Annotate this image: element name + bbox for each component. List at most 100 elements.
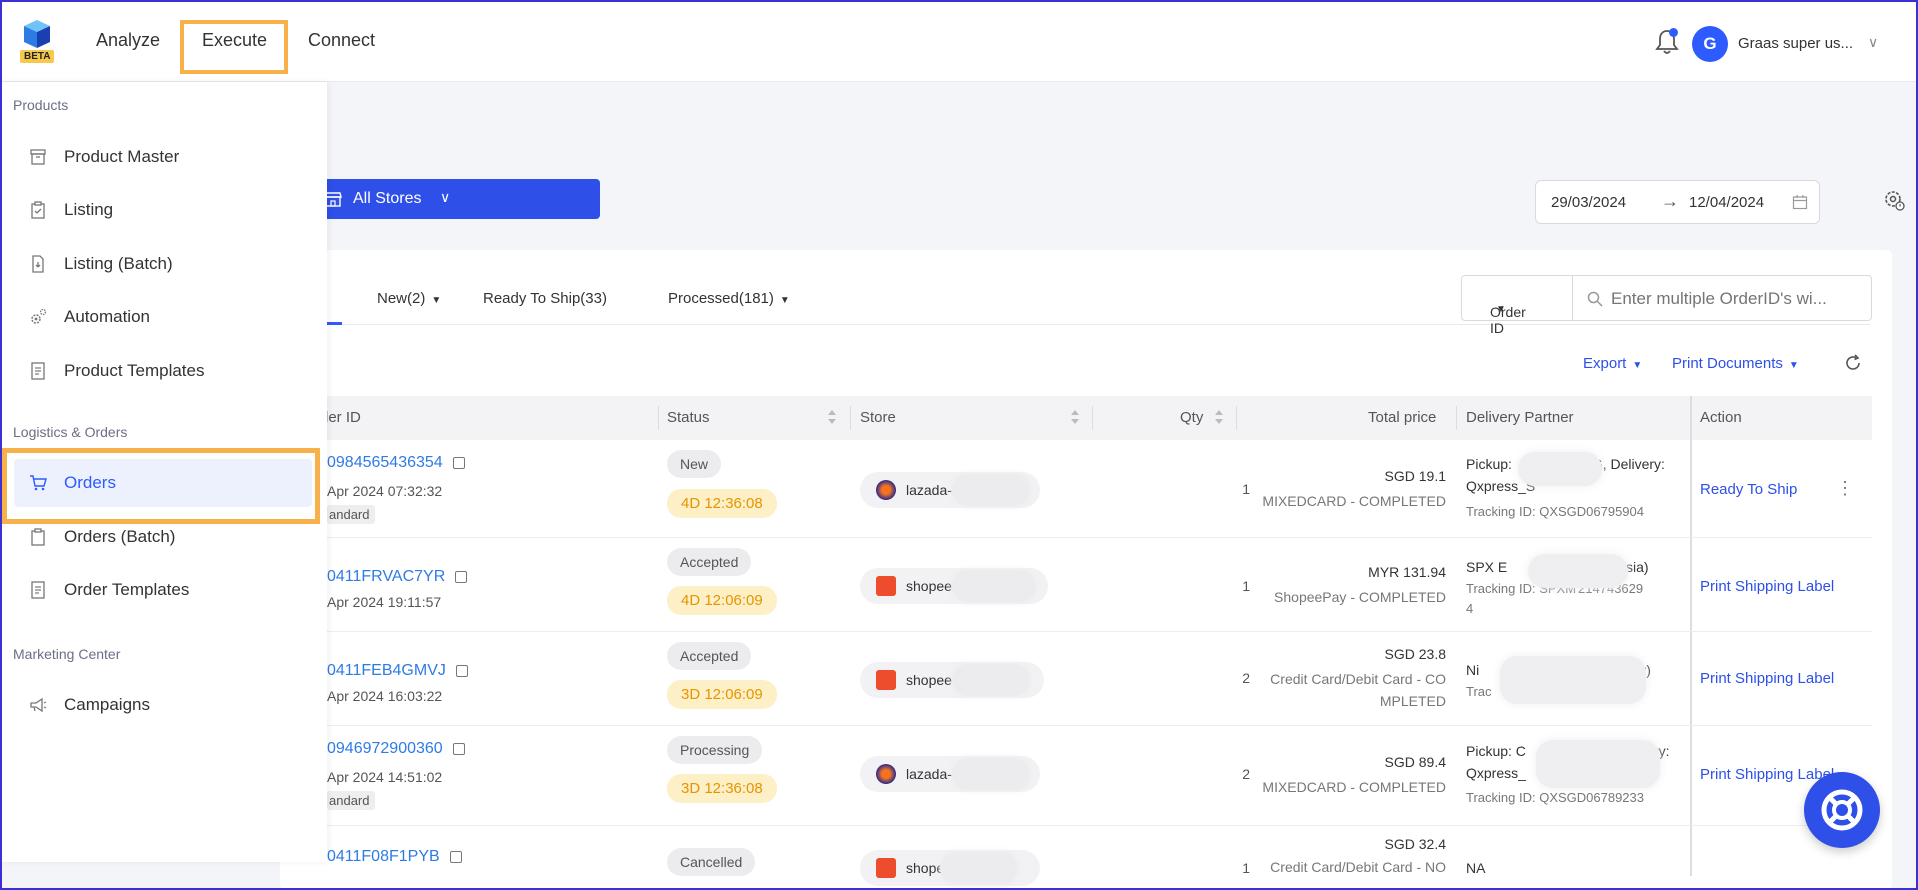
caret-down-icon: ▼ <box>1632 360 1643 371</box>
sla-timer-badge: 3D 12:36:08 <box>667 774 777 803</box>
notification-bell-icon[interactable] <box>1654 28 1680 56</box>
search-input[interactable] <box>1611 286 1861 312</box>
all-stores-label: All Stores <box>353 190 422 207</box>
ready-to-ship-button[interactable]: Ready To Ship <box>1700 481 1797 498</box>
menu-item-label: Order Templates <box>64 580 190 599</box>
menu-item-listing[interactable]: Listing <box>14 186 312 234</box>
date-from[interactable]: 29/03/2024 <box>1551 194 1626 211</box>
payment-text: Credit Card/Debit Card - CO <box>1270 671 1446 687</box>
notification-dot <box>1669 28 1678 37</box>
print-shipping-label-button[interactable]: Print Shipping Label <box>1700 766 1834 783</box>
sort-icon[interactable] <box>1070 408 1080 426</box>
tab-processed[interactable]: Processed(181) ▼ <box>668 290 790 307</box>
section-title-products: Products <box>13 97 69 113</box>
order-search-box[interactable] <box>1572 275 1872 321</box>
store-name: shope <box>906 860 945 876</box>
redacted-blur <box>1500 656 1646 704</box>
user-name[interactable]: Graas super us... <box>1738 35 1853 52</box>
refresh-icon[interactable] <box>1844 354 1862 372</box>
store-name: lazada- <box>906 766 952 782</box>
tracking-id: Tracking ID: QXSGD06795904 <box>1466 504 1644 519</box>
sort-icon[interactable] <box>827 408 837 426</box>
beta-badge: BETA <box>20 50 55 63</box>
execute-highlight-box <box>180 20 288 74</box>
column-divider <box>658 406 659 430</box>
col-action: Action <box>1700 409 1742 426</box>
order-date: Apr 2024 19:11:57 <box>327 594 442 610</box>
menu-item-label: Campaigns <box>64 695 150 714</box>
col-store: Store <box>860 409 896 426</box>
search-field-select[interactable]: Order ID ▼ <box>1461 275 1573 336</box>
status-badge: New <box>667 450 722 478</box>
status-badge: Processing <box>667 736 763 764</box>
copy-icon[interactable] <box>452 456 465 469</box>
print-shipping-label-button[interactable]: Print Shipping Label <box>1700 670 1834 687</box>
menu-item-product-master[interactable]: Product Master <box>14 133 312 181</box>
order-id-link[interactable]: 0984565436354 <box>327 454 465 472</box>
sort-icon[interactable] <box>1214 408 1224 426</box>
payment-status: MIXEDCARD - COMPLETED <box>1262 779 1446 795</box>
copy-icon[interactable] <box>449 850 462 863</box>
payment-status: Credit Card/Debit Card - CO MPLETED <box>1220 668 1446 712</box>
graas-logo[interactable]: BETA <box>20 20 55 66</box>
menu-item-automation[interactable]: Automation <box>14 293 312 341</box>
delivery-text: G, Delivery: <box>1591 456 1665 472</box>
store-name: shopee- <box>906 578 957 594</box>
menu-item-listing-batch[interactable]: Listing (Batch) <box>14 240 312 288</box>
date-to[interactable]: 12/04/2024 <box>1689 194 1764 211</box>
nav-analyze[interactable]: Analyze <box>96 30 160 51</box>
delivery-partner: NA <box>1466 860 1486 876</box>
archive-box-icon <box>30 149 46 165</box>
order-id-text: 0411FRVAC7YR <box>327 568 446 585</box>
store-name: lazada- <box>906 482 952 498</box>
order-id-text: 0411F08F1PYB <box>327 848 440 865</box>
print-shipping-label-button[interactable]: Print Shipping Label <box>1700 578 1834 595</box>
order-id-link[interactable]: 0411FEB4GMVJ <box>327 662 468 680</box>
menu-item-order-templates[interactable]: Order Templates <box>14 566 312 614</box>
order-id-text: 0411FEB4GMVJ <box>327 662 446 679</box>
date-range-picker[interactable]: 29/03/2024 → 12/04/2024 <box>1535 180 1820 224</box>
menu-item-label: Listing (Batch) <box>64 254 173 273</box>
order-id-link[interactable]: 0411F08F1PYB <box>327 848 462 866</box>
payment-status: MIXEDCARD - COMPLETED <box>1262 493 1446 509</box>
menu-item-product-templates[interactable]: Product Templates <box>14 347 312 395</box>
redacted-blur <box>1536 740 1660 788</box>
column-divider <box>1456 406 1457 430</box>
export-button[interactable]: Export ▼ <box>1583 355 1642 372</box>
shopee-logo-icon <box>876 670 896 690</box>
redacted-blur <box>952 664 1030 696</box>
tab-label: Processed(181) <box>668 290 774 307</box>
payment-status: ShopeePay - COMPLETED <box>1274 589 1446 605</box>
store-pill: shopee- <box>860 568 1048 604</box>
copy-icon[interactable] <box>452 742 465 755</box>
copy-icon[interactable] <box>455 664 468 677</box>
all-stores-dropdown[interactable]: All Stores ∨ <box>300 179 600 219</box>
tab-ready-to-ship[interactable]: Ready To Ship(33) <box>483 290 607 307</box>
user-avatar[interactable]: G <box>1692 26 1728 62</box>
column-divider <box>1092 406 1093 430</box>
delivery-text: Qxpress_ <box>1466 765 1526 781</box>
store-pill: shopee- <box>860 662 1044 698</box>
menu-item-campaigns[interactable]: Campaigns <box>14 681 312 729</box>
tab-label: New(2) <box>377 290 426 307</box>
help-lifebuoy-button[interactable] <box>1804 772 1880 848</box>
menu-item-label: Orders (Batch) <box>64 527 176 546</box>
more-options-icon[interactable]: ⋮ <box>1836 478 1854 499</box>
megaphone-icon <box>30 697 47 713</box>
delivery-text: Pickup: <box>1466 456 1516 472</box>
store-name: shopee- <box>906 672 957 688</box>
top-navbar: BETA Analyze Execute Connect G Graas sup… <box>0 0 1918 82</box>
chevron-down-icon[interactable]: ∨ <box>1868 34 1878 51</box>
col-total-price: Total price <box>1368 409 1437 426</box>
tracking-id: Tracking ID: QXSGD06789233 <box>1466 790 1644 805</box>
col-qty: Qty <box>1180 409 1204 426</box>
total-price: SGD 23.8 <box>1384 646 1446 662</box>
tab-new[interactable]: New(2) ▼ <box>377 290 441 307</box>
caret-down-icon: ▼ <box>1496 304 1506 315</box>
order-id-link[interactable]: 0946972900360 <box>327 740 465 758</box>
order-id-link[interactable]: 0411FRVAC7YR <box>327 568 468 586</box>
nav-connect[interactable]: Connect <box>308 30 375 51</box>
settings-gear-icon[interactable] <box>1882 188 1906 212</box>
copy-icon[interactable] <box>455 570 468 583</box>
print-documents-button[interactable]: Print Documents ▼ <box>1672 355 1799 372</box>
